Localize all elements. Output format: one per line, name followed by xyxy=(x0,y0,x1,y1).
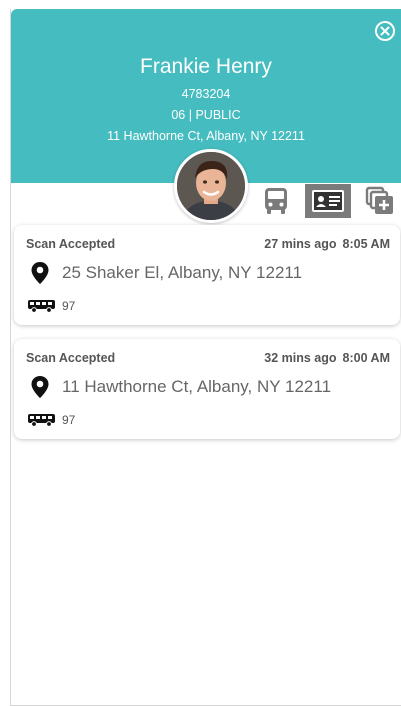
student-name: Frankie Henry xyxy=(140,55,272,78)
scan-card[interactable]: Scan Accepted 32 mins ago 8:00 AM 11 Hawt… xyxy=(14,339,400,439)
scan-address: 25 Shaker El, Albany, NY 12211 xyxy=(62,263,303,282)
student-detail-panel: Frankie Henry 4783204 06 | PUBLIC 11 Haw… xyxy=(10,9,401,706)
id-card-icon xyxy=(312,190,344,212)
student-route: 06 | PUBLIC xyxy=(171,108,241,122)
scan-clock-time: 8:00 AM xyxy=(342,351,390,365)
scan-status: Scan Accepted xyxy=(26,351,116,365)
tab-bus[interactable] xyxy=(256,184,296,218)
bus-icon xyxy=(265,188,287,214)
scan-relative-time: 27 mins ago xyxy=(264,237,337,251)
scan-route: 97 xyxy=(62,299,76,313)
map-pin-icon xyxy=(31,376,49,398)
student-photo xyxy=(177,152,245,220)
student-id: 4783204 xyxy=(181,87,231,101)
scan-clock-time: 8:05 AM xyxy=(342,237,390,251)
map-pin-icon xyxy=(31,262,49,284)
bus-icon xyxy=(28,300,55,313)
bus-icon xyxy=(28,414,55,427)
scan-status: Scan Accepted xyxy=(26,237,116,251)
scan-card[interactable]: Scan Accepted 27 mins ago 8:05 AM 25 Shak… xyxy=(14,225,400,325)
avatar xyxy=(174,149,248,223)
scan-route: 97 xyxy=(62,413,76,427)
scan-timestamp: 27 mins ago 8:05 AM xyxy=(264,237,390,251)
scan-relative-time: 32 mins ago xyxy=(264,351,337,365)
scan-address: 11 Hawthorne Ct, Albany, NY 12211 xyxy=(62,377,332,396)
close-circle-icon[interactable] xyxy=(374,20,396,42)
tab-add-multiple[interactable] xyxy=(360,184,400,218)
tab-id-card[interactable] xyxy=(305,184,351,218)
student-address: 11 Hawthorne Ct, Albany, NY 12211 xyxy=(107,129,305,143)
add-multiple-icon xyxy=(365,186,393,214)
scan-timestamp: 32 mins ago 8:00 AM xyxy=(264,351,390,365)
